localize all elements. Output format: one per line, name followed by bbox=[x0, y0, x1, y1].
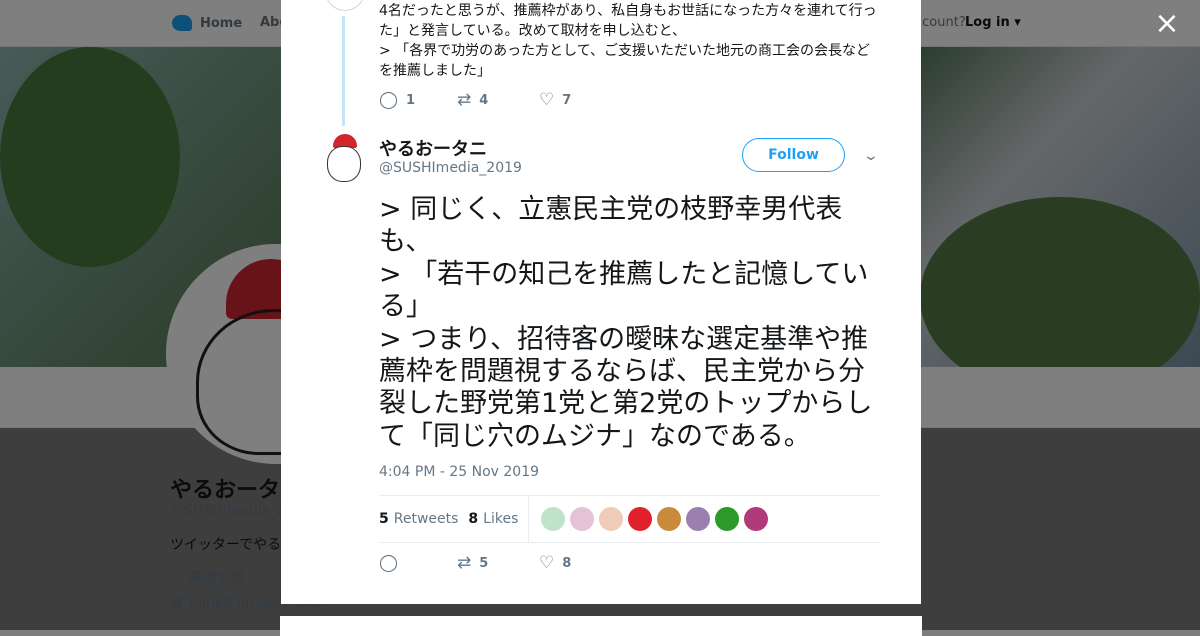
tweet-author-avatar[interactable] bbox=[325, 134, 363, 182]
tweet-stats: 5 Retweets 8 Likes bbox=[379, 495, 881, 543]
tweet-line: > つまり、招待客の曖昧な選定基準や推薦枠を問題視するならば、民主党から分裂した… bbox=[379, 323, 873, 452]
liker-avatar[interactable] bbox=[715, 507, 740, 531]
liker-avatar[interactable] bbox=[744, 507, 769, 531]
retweet-button[interactable]: ⇄ 5 bbox=[457, 555, 539, 572]
liker-avatar[interactable] bbox=[541, 507, 566, 531]
like-count: 7 bbox=[562, 93, 572, 108]
retweet-count: 4 bbox=[479, 93, 489, 108]
retweet-stat-label: Retweets bbox=[393, 511, 459, 527]
retweet-icon: ⇄ bbox=[457, 553, 472, 573]
tweet-actions: ◯ ⇄ 5 ♡ 8 bbox=[379, 555, 571, 572]
previous-tweet-avatar[interactable] bbox=[325, 0, 365, 11]
close-icon[interactable]: × bbox=[1153, 9, 1181, 39]
previous-tweet-line: > 「各界で功労のあった方として、ご支援いただいた地元の商工会の会長などを推薦し… bbox=[379, 43, 871, 79]
liker-avatars bbox=[541, 507, 769, 531]
reply-button[interactable]: ◯ 1 bbox=[379, 92, 457, 109]
like-stat-count: 8 bbox=[468, 511, 479, 527]
previous-tweet-actions: ◯ 1 ⇄ 4 ♡ 7 bbox=[379, 92, 571, 109]
reply-icon: ◯ bbox=[379, 90, 399, 110]
liker-avatar[interactable] bbox=[570, 507, 595, 531]
next-modal-edge bbox=[280, 616, 922, 636]
chevron-down-icon[interactable]: ⌄ bbox=[863, 148, 879, 164]
retweet-stat-count: 5 bbox=[379, 511, 389, 527]
liker-avatar[interactable] bbox=[657, 507, 682, 531]
tweet-timestamp[interactable]: 4:04 PM - 25 Nov 2019 bbox=[379, 464, 539, 480]
liker-avatar[interactable] bbox=[599, 507, 624, 531]
retweet-stat[interactable]: 5 Retweets bbox=[379, 511, 458, 527]
like-count: 8 bbox=[562, 556, 572, 571]
retweet-button[interactable]: ⇄ 4 bbox=[457, 92, 539, 109]
tweet-author-name[interactable]: やるおータニ bbox=[379, 135, 487, 161]
heart-icon: ♡ bbox=[539, 553, 555, 573]
heart-icon: ♡ bbox=[539, 90, 555, 110]
liker-avatar[interactable] bbox=[628, 507, 653, 531]
tweet-author-handle[interactable]: @SUSHImedia_2019 bbox=[379, 160, 522, 176]
tweet-modal: 4名だったと思うが、推薦枠があり、私自身もお世話になった方々を連れて行った」と発… bbox=[281, 0, 921, 604]
like-stat-label: Likes bbox=[483, 511, 519, 527]
reply-icon: ◯ bbox=[379, 553, 399, 573]
like-button[interactable]: ♡ 7 bbox=[539, 92, 571, 109]
reply-count: 1 bbox=[406, 93, 416, 108]
liker-avatar[interactable] bbox=[686, 507, 711, 531]
retweet-icon: ⇄ bbox=[457, 90, 472, 110]
stats-divider bbox=[528, 496, 530, 542]
reply-button[interactable]: ◯ bbox=[379, 555, 457, 572]
previous-tweet-line: 4名だったと思うが、推薦枠があり、私自身もお世話になった方々を連れて行った」と発… bbox=[379, 3, 877, 39]
tweet-text: > 同じく、立憲民主党の枝野幸男代表も、 > 「若干の知己を推薦したと記憶してい… bbox=[379, 194, 884, 453]
tweet-line: > 同じく、立憲民主党の枝野幸男代表も、 bbox=[379, 194, 843, 258]
retweet-count: 5 bbox=[479, 556, 489, 571]
thread-connector bbox=[342, 16, 345, 126]
tweet-line: > 「若干の知己を推薦したと記憶している」 bbox=[379, 258, 869, 323]
previous-tweet-text: 4名だったと思うが、推薦枠があり、私自身もお世話になった方々を連れて行った」と発… bbox=[379, 1, 884, 81]
like-stat[interactable]: 8 Likes bbox=[468, 511, 518, 527]
like-button[interactable]: ♡ 8 bbox=[539, 555, 571, 572]
follow-button[interactable]: Follow bbox=[742, 138, 845, 172]
